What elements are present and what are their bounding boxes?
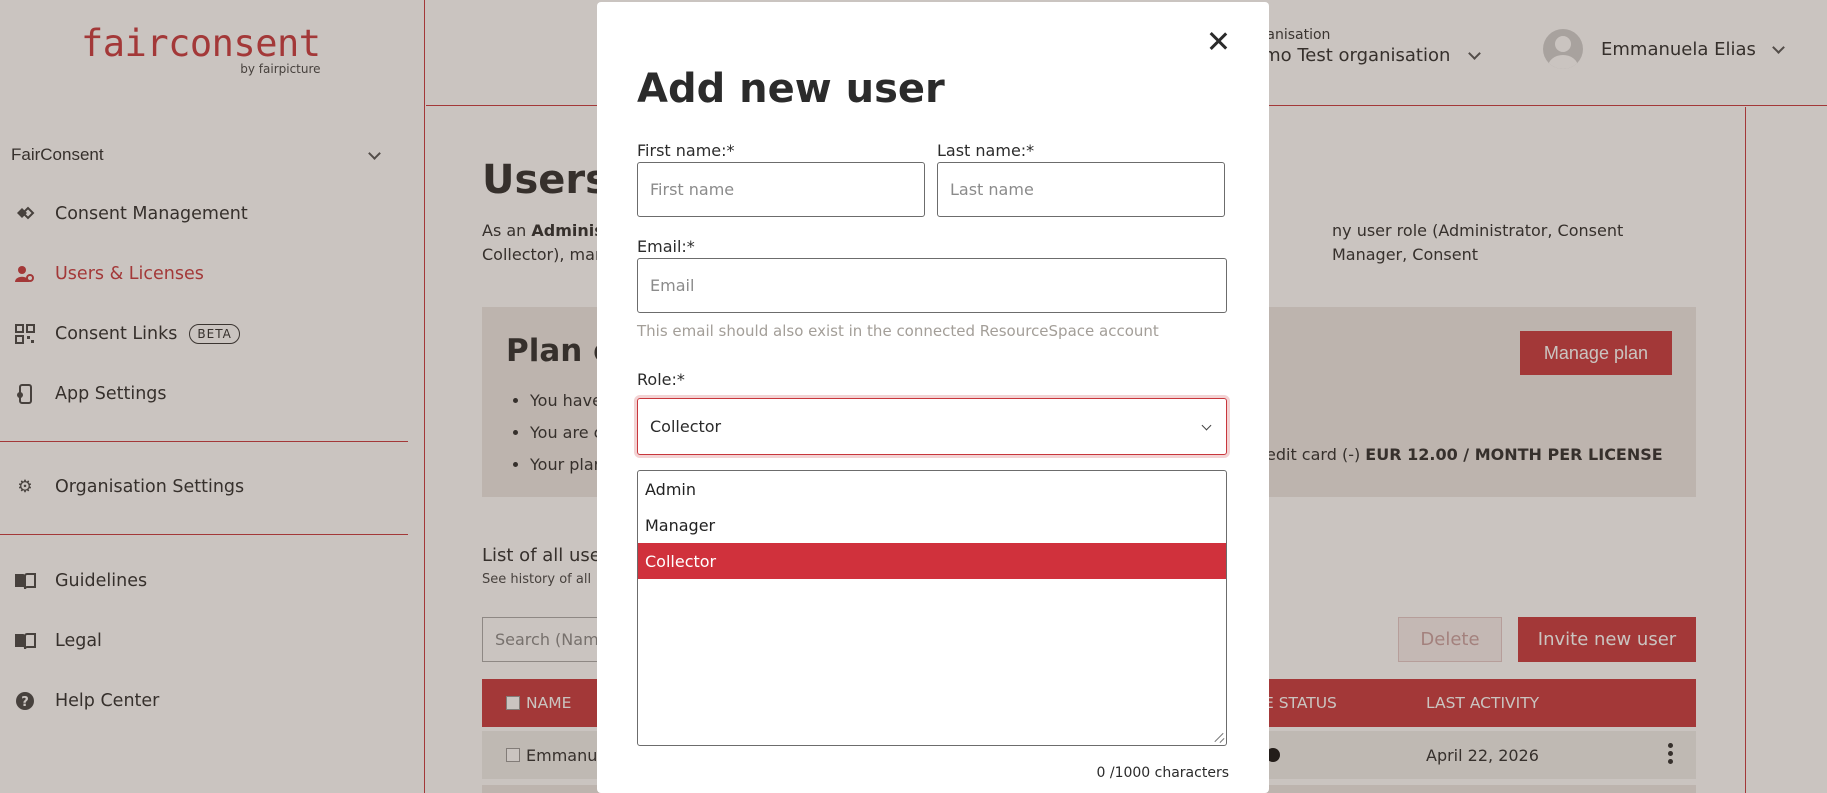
role-option-manager[interactable]: Manager bbox=[638, 507, 1226, 543]
role-select[interactable]: Collector bbox=[637, 398, 1227, 455]
close-icon[interactable] bbox=[1205, 28, 1231, 54]
resize-handle-icon[interactable] bbox=[1212, 731, 1224, 743]
last-name-label: Last name:* bbox=[937, 141, 1035, 160]
email-field[interactable] bbox=[637, 258, 1227, 313]
role-options-list: Admin Manager Collector bbox=[637, 470, 1227, 746]
modal-title: Add new user bbox=[637, 66, 945, 112]
first-name-field[interactable] bbox=[637, 162, 925, 217]
last-name-field[interactable] bbox=[937, 162, 1225, 217]
add-user-modal: Add new user First name:* Last name:* Em… bbox=[597, 2, 1269, 793]
email-label: Email:* bbox=[637, 237, 695, 256]
first-name-label: First name:* bbox=[637, 141, 735, 160]
role-label: Role:* bbox=[637, 370, 685, 389]
chevron-down-icon bbox=[1201, 420, 1212, 430]
role-selected-value: Collector bbox=[650, 417, 722, 436]
role-option-collector[interactable]: Collector bbox=[638, 543, 1226, 579]
character-count: 0 /1000 characters bbox=[1096, 765, 1230, 781]
email-hint: This email should also exist in the conn… bbox=[637, 322, 1159, 340]
role-option-admin[interactable]: Admin bbox=[638, 471, 1226, 507]
